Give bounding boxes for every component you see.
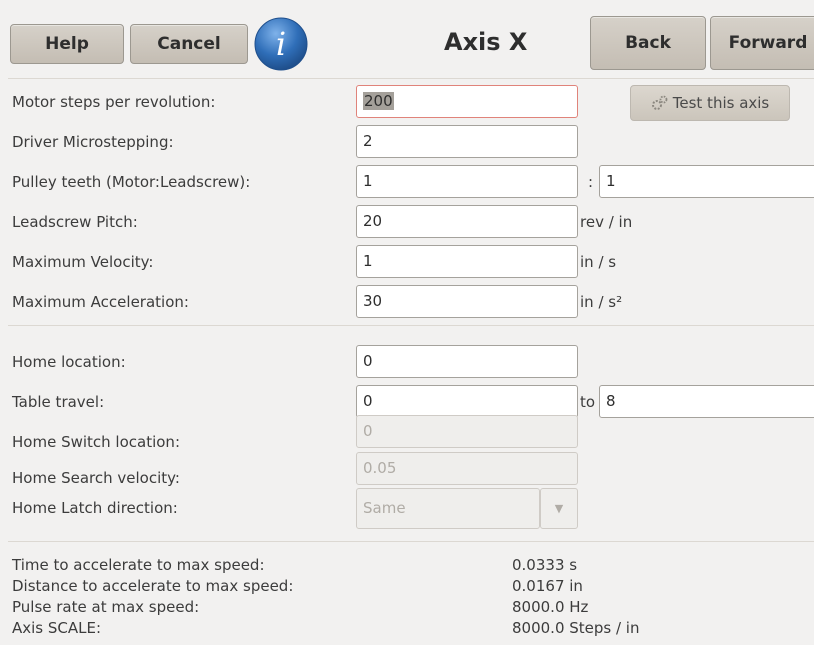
axis-config-window: Help Cancel i Axis X Back Forward Motor … — [0, 0, 814, 645]
cancel-button[interactable]: Cancel — [130, 24, 248, 64]
home-switch-input: 0 — [356, 415, 578, 448]
home-search-velocity-label: Home Search velocity: — [12, 469, 180, 487]
home-latch-label: Home Latch direction: — [12, 499, 178, 517]
max-acceleration-input[interactable]: 30 — [356, 285, 578, 318]
divider — [8, 541, 814, 542]
pitch-unit: rev / in — [580, 213, 633, 231]
table-travel-max-input[interactable]: 8 — [599, 385, 814, 418]
stat-label: Axis SCALE: — [12, 619, 102, 637]
home-location-input[interactable]: 0 — [356, 345, 578, 378]
divider — [8, 78, 814, 79]
home-search-velocity-input: 0.05 — [356, 452, 578, 485]
travel-to-label: to — [580, 393, 596, 411]
page-title: Axis X — [444, 28, 528, 56]
stat-value: 8000.0 Steps / in — [512, 619, 640, 637]
stat-value: 8000.0 Hz — [512, 598, 589, 616]
home-location-label: Home location: — [12, 353, 126, 371]
stat-value: 0.0167 in — [512, 577, 583, 595]
acceleration-unit: in / s² — [580, 293, 623, 311]
motor-steps-input[interactable]: 200 — [356, 85, 578, 118]
pulley-teeth-label: Pulley teeth (Motor:Leadscrew): — [12, 173, 251, 191]
table-travel-label: Table travel: — [12, 393, 105, 411]
motor-steps-value: 200 — [363, 92, 394, 110]
max-velocity-label: Maximum Velocity: — [12, 253, 154, 271]
divider — [8, 325, 814, 326]
motor-steps-label: Motor steps per revolution: — [12, 93, 216, 111]
table-travel-min-input[interactable]: 0 — [356, 385, 578, 418]
pulley-motor-input[interactable]: 1 — [356, 165, 578, 198]
microstepping-label: Driver Microstepping: — [12, 133, 174, 151]
pulley-leadscrew-input[interactable]: 1 — [599, 165, 814, 198]
info-icon[interactable]: i — [254, 17, 308, 71]
help-button[interactable]: Help — [10, 24, 124, 64]
info-glyph: i — [276, 25, 286, 63]
stat-label: Time to accelerate to max speed: — [12, 556, 265, 574]
leadscrew-pitch-label: Leadscrew Pitch: — [12, 213, 138, 231]
chevron-down-icon: ▼ — [540, 488, 578, 529]
max-acceleration-label: Maximum Acceleration: — [12, 293, 189, 311]
back-button[interactable]: Back — [590, 16, 706, 70]
stat-label: Pulse rate at max speed: — [12, 598, 200, 616]
forward-button[interactable]: Forward — [710, 16, 814, 70]
header-bar: Help Cancel i Axis X Back Forward — [0, 0, 814, 76]
stat-label: Distance to accelerate to max speed: — [12, 577, 294, 595]
home-latch-combo: Same — [356, 488, 540, 529]
gears-icon — [651, 95, 668, 110]
leadscrew-pitch-input[interactable]: 20 — [356, 205, 578, 238]
microstepping-input[interactable]: 2 — [356, 125, 578, 158]
test-axis-button[interactable]: Test this axis — [630, 85, 790, 121]
pulley-separator: : — [588, 173, 594, 191]
home-switch-label: Home Switch location: — [12, 433, 180, 451]
velocity-unit: in / s — [580, 253, 617, 271]
test-axis-label: Test this axis — [672, 94, 770, 112]
stat-value: 0.0333 s — [512, 556, 578, 574]
max-velocity-input[interactable]: 1 — [356, 245, 578, 278]
